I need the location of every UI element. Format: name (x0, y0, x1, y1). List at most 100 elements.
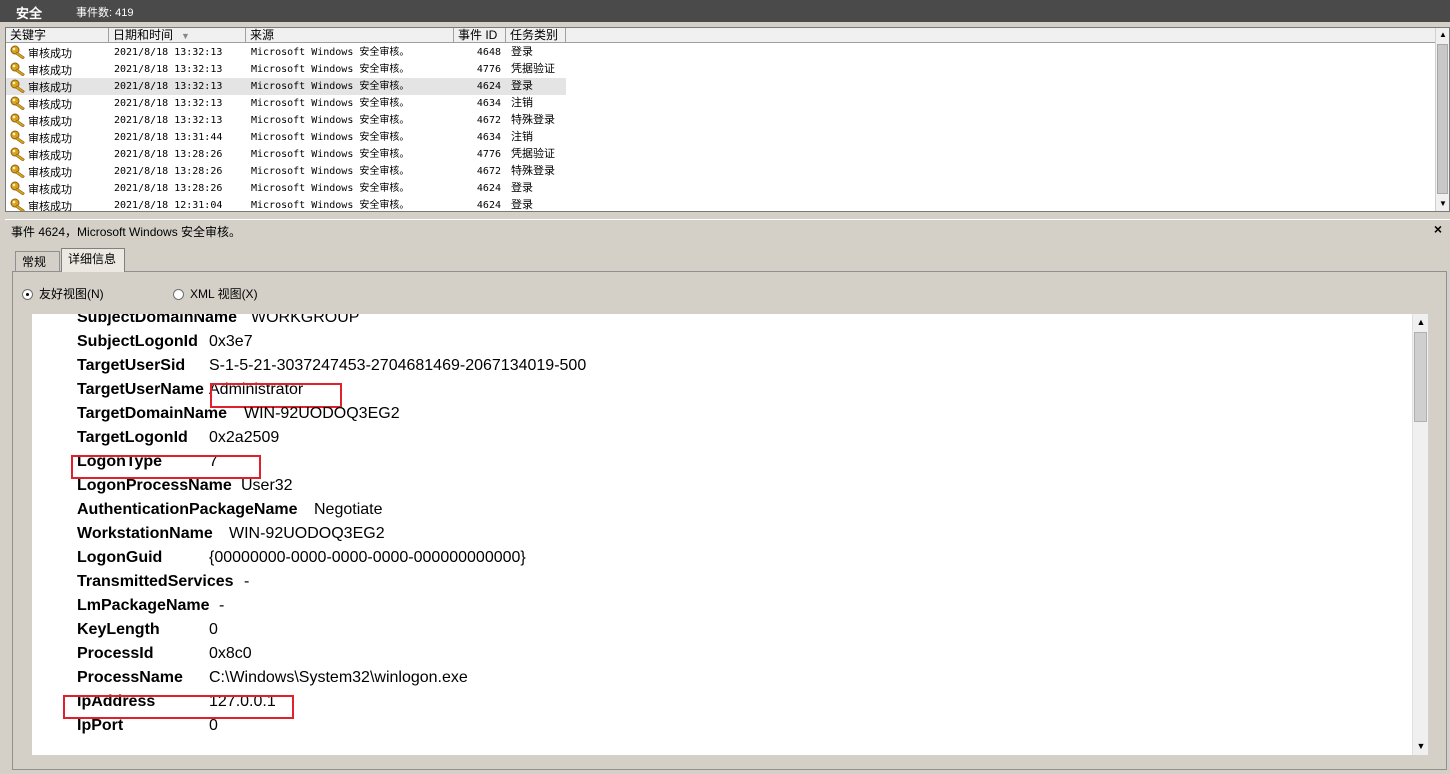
row-datetime: 2021/8/18 13:31:44 (114, 132, 223, 143)
column-header-source[interactable]: 来源 (246, 28, 454, 43)
field-value: WIN-92UODOQ3EG2 (229, 525, 385, 542)
log-title-bar: 安全 事件数: 419 (0, 0, 1450, 22)
row-datetime: 2021/8/18 13:32:13 (114, 81, 223, 92)
field-value: 0 (209, 717, 218, 734)
row-source: Microsoft Windows 安全审核。 (251, 166, 410, 177)
row-keyword: 审核成功 (10, 62, 72, 77)
row-datetime: 2021/8/18 13:32:13 (114, 98, 223, 109)
table-row[interactable]: 审核成功 2021/8/18 13:32:13 Microsoft Windows … (6, 95, 1436, 112)
key-icon (10, 164, 28, 179)
row-source: Microsoft Windows 安全审核。 (251, 81, 410, 92)
scroll-up-icon[interactable]: ▲ (1416, 316, 1426, 328)
scroll-down-icon[interactable]: ▼ (1416, 740, 1426, 752)
field-value: User32 (241, 477, 293, 494)
field-name: TransmittedServices (77, 573, 234, 590)
event-list-scrollbar[interactable]: ▲ ▼ (1435, 28, 1449, 211)
scroll-thumb[interactable] (1437, 44, 1448, 194)
row-event-id: 4624 (476, 183, 501, 194)
field-name: TargetDomainName (77, 405, 227, 422)
row-source: Microsoft Windows 安全审核。 (251, 98, 410, 109)
row-keyword: 审核成功 (10, 147, 72, 162)
key-icon (10, 198, 28, 211)
field-name: ProcessName (77, 669, 183, 686)
row-source: Microsoft Windows 安全审核。 (251, 64, 410, 75)
field-name: SubjectDomainName (77, 314, 238, 326)
highlight-box (63, 695, 294, 719)
field-name: TargetLogonId (77, 429, 188, 446)
detail-scrollbar[interactable]: ▲ ▼ (1412, 314, 1428, 755)
field-name: LogonGuid (77, 549, 163, 566)
row-task-category: 登录 (511, 46, 533, 58)
column-header-keyword[interactable]: 关键字 (6, 28, 109, 43)
row-datetime: 2021/8/18 13:28:26 (114, 183, 223, 194)
column-header-task-category[interactable]: 任务类别 (506, 28, 566, 43)
key-icon (10, 113, 28, 128)
friendly-view-radio[interactable]: 友好视图(N) (22, 285, 104, 302)
field-value: 0x3e7 (209, 333, 253, 350)
row-event-id: 4776 (476, 64, 501, 75)
column-header-datetime[interactable]: 日期和时间 ▼ (109, 28, 246, 43)
field-value: 0x8c0 (209, 645, 252, 662)
event-detail-header: 事件 4624，Microsoft Windows 安全审核。 × (5, 219, 1450, 240)
scroll-down-icon[interactable]: ▼ (1438, 199, 1448, 209)
table-row[interactable]: 审核成功 2021/8/18 13:28:26 Microsoft Windows … (6, 163, 1436, 180)
row-keyword: 审核成功 (10, 130, 72, 145)
field-value: - (219, 597, 225, 614)
table-row[interactable]: 审核成功 2021/8/18 13:31:44 Microsoft Windows … (6, 129, 1436, 146)
key-icon (10, 181, 28, 196)
event-data-view[interactable]: SubjectDomainName WORKGROUP SubjectLogonId… (32, 314, 1412, 755)
table-row[interactable]: 审核成功 2021/8/18 12:31:04 Microsoft Windows … (6, 197, 1436, 211)
row-task-category: 登录 (511, 80, 533, 92)
row-datetime: 2021/8/18 13:28:26 (114, 166, 223, 177)
table-row[interactable]: 审核成功 2021/8/18 13:32:13 Microsoft Windows … (6, 44, 1436, 61)
field-value: {00000000-0000-0000-0000-000000000000} (209, 549, 526, 566)
close-icon[interactable]: × (1434, 221, 1442, 237)
row-event-id: 4634 (476, 98, 501, 109)
field-value: WORKGROUP (251, 314, 360, 326)
tab-details[interactable]: 详细信息 (61, 248, 125, 272)
scroll-thumb[interactable] (1414, 332, 1427, 422)
row-task-category: 特殊登录 (511, 114, 555, 126)
field-name: AuthenticationPackageName (77, 501, 298, 518)
field-name: IpPort (77, 717, 124, 734)
row-event-id: 4624 (476, 81, 501, 92)
row-datetime: 2021/8/18 12:31:04 (114, 200, 223, 211)
table-row[interactable]: 审核成功 2021/8/18 13:32:13 Microsoft Windows … (6, 78, 1436, 95)
scroll-up-icon[interactable]: ▲ (1438, 30, 1448, 40)
row-task-category: 注销 (511, 131, 533, 143)
row-event-id: 4634 (476, 132, 501, 143)
row-keyword: 审核成功 (10, 181, 72, 196)
row-keyword: 审核成功 (10, 45, 72, 60)
row-task-category: 注销 (511, 97, 533, 109)
field-name: LmPackageName (77, 597, 210, 614)
field-value: C:\Windows\System32\winlogon.exe (209, 669, 468, 686)
field-value: S-1-5-21-3037247453-2704681469-206713401… (209, 357, 587, 374)
row-event-id: 4672 (476, 115, 501, 126)
field-name: KeyLength (77, 621, 160, 638)
field-value: 0x2a2509 (209, 429, 280, 446)
row-keyword: 审核成功 (10, 113, 72, 128)
row-keyword: 审核成功 (10, 96, 72, 111)
row-source: Microsoft Windows 安全审核。 (251, 132, 410, 143)
radio-selected-icon (22, 289, 33, 300)
column-header-event-id[interactable]: 事件 ID (454, 28, 506, 43)
row-task-category: 登录 (511, 182, 533, 194)
xml-view-radio[interactable]: XML 视图(X) (173, 285, 258, 302)
event-list[interactable]: 关键字 日期和时间 ▼ 来源 事件 ID 任务类别 审核成功 2021/8/18 1… (5, 27, 1450, 212)
row-event-id: 4672 (476, 166, 501, 177)
row-datetime: 2021/8/18 13:32:13 (114, 47, 223, 58)
tab-general[interactable]: 常规 (15, 251, 60, 271)
field-value: WIN-92UODOQ3EG2 (244, 405, 400, 422)
event-list-header: 关键字 日期和时间 ▼ 来源 事件 ID 任务类别 (6, 28, 1436, 43)
key-icon (10, 96, 28, 111)
table-row[interactable]: 审核成功 2021/8/18 13:28:26 Microsoft Windows … (6, 180, 1436, 197)
field-name: SubjectLogonId (77, 333, 198, 350)
table-row[interactable]: 审核成功 2021/8/18 13:32:13 Microsoft Windows … (6, 112, 1436, 129)
row-task-category: 特殊登录 (511, 165, 555, 177)
field-value: 0 (209, 621, 218, 638)
table-row[interactable]: 审核成功 2021/8/18 13:32:13 Microsoft Windows … (6, 61, 1436, 78)
table-row[interactable]: 审核成功 2021/8/18 13:28:26 Microsoft Windows … (6, 146, 1436, 163)
row-source: Microsoft Windows 安全审核。 (251, 200, 410, 211)
key-icon (10, 45, 28, 60)
event-count: 事件数: 419 (76, 7, 134, 19)
